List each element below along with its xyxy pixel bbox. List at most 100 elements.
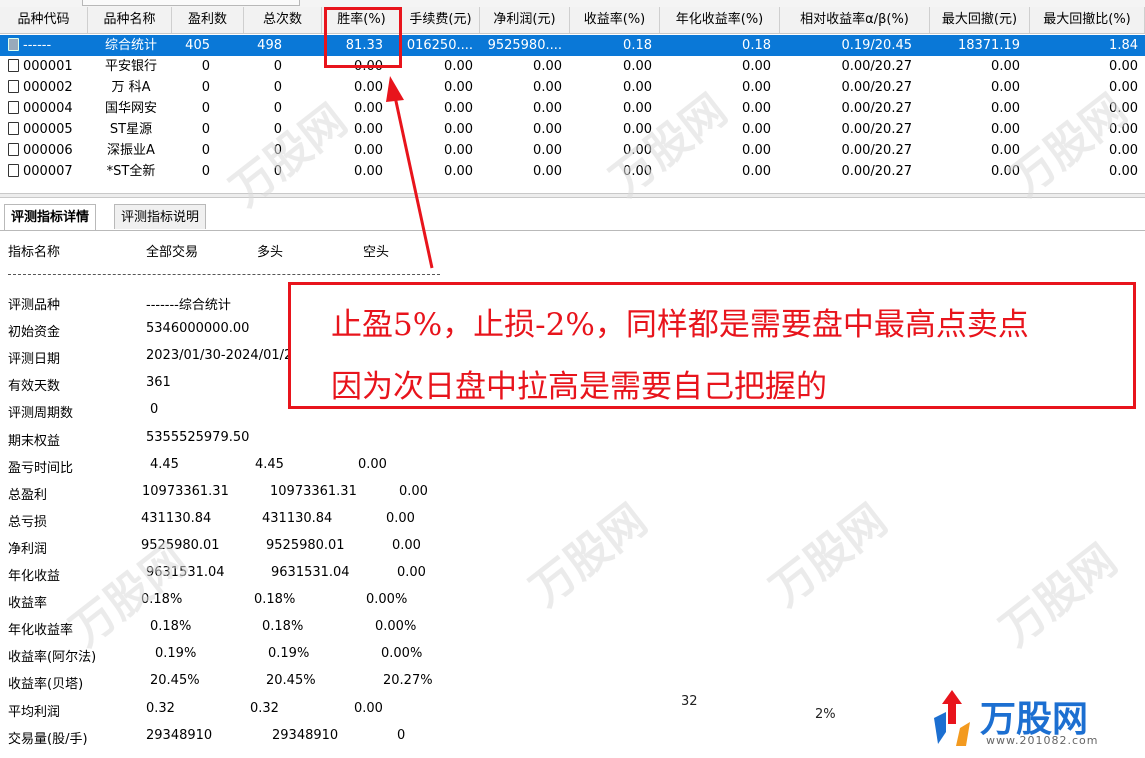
detail-header-long: 多头 bbox=[257, 245, 284, 260]
metric-value-long: 0.18% bbox=[254, 592, 296, 608]
cell-rel: 0.00/20.27 bbox=[841, 143, 912, 158]
metric-label: 评测品种 bbox=[8, 298, 61, 313]
cell-net: 0.00 bbox=[533, 80, 562, 95]
metric-value-all: 431130.84 bbox=[141, 510, 212, 526]
cell-maxddr: 0.00 bbox=[1109, 143, 1138, 158]
cell-code: 000006 bbox=[8, 140, 93, 161]
table-row[interactable]: 000004 国华网安 0 0 0.00 0.00 0.00 0.00 0.00 0.00/20.… bbox=[0, 98, 1145, 119]
column-header-maxdd[interactable]: 最大回撤(元) bbox=[930, 7, 1030, 33]
tab-evaluation-details[interactable]: 评测指标详情 bbox=[4, 204, 97, 230]
cell-winrate: 0.00 bbox=[354, 122, 383, 137]
metric-value-long: 9631531.04 bbox=[271, 565, 350, 580]
metric-label: 收益率 bbox=[8, 596, 48, 612]
document-icon bbox=[8, 164, 19, 177]
metric-value-long: 0.32 bbox=[250, 700, 279, 716]
cell-code-text: 000002 bbox=[23, 80, 73, 95]
cell-net: 0.00 bbox=[533, 59, 562, 74]
cell-code: 000005 bbox=[8, 119, 93, 140]
metric-value-all: 0.32 bbox=[146, 700, 175, 716]
column-header-ret[interactable]: 收益率(%) bbox=[570, 7, 660, 33]
metric-label: 评测日期 bbox=[8, 352, 61, 368]
metric-value-short: 0.00 bbox=[386, 510, 415, 526]
table-row[interactable]: 000001 平安银行 0 0 0.00 0.00 0.00 0.00 0.00 0.00/20.… bbox=[0, 56, 1145, 77]
cell-maxdd: 0.00 bbox=[991, 80, 1020, 95]
column-header-total[interactable]: 总次数 bbox=[244, 7, 322, 33]
document-icon bbox=[8, 122, 19, 135]
logo-url: www.201082.com bbox=[986, 734, 1099, 747]
fragment-text: 32 bbox=[681, 694, 698, 709]
document-icon bbox=[8, 101, 19, 114]
cell-fee: 0.00 bbox=[444, 164, 473, 179]
metric-value-short: 0.00% bbox=[375, 619, 417, 635]
cell-net: 0.00 bbox=[533, 101, 562, 116]
cell-maxdd: 18371.19 bbox=[957, 38, 1020, 53]
metric-value-short: 0 bbox=[397, 727, 406, 743]
cell-code: 000007 bbox=[8, 161, 93, 182]
metric-value-all: 0.18% bbox=[141, 592, 183, 608]
cell-total: 0 bbox=[273, 59, 282, 74]
tab-evaluation-explanation[interactable]: 评测指标说明 bbox=[114, 204, 207, 229]
metric-value-long: 0.18% bbox=[262, 619, 304, 635]
metric-value-short: 0.00 bbox=[358, 456, 387, 472]
cell-fee: 0.00 bbox=[444, 122, 473, 137]
metric-value-all: 0 bbox=[150, 402, 159, 418]
column-header-rel[interactable]: 相对收益率α/β(%) bbox=[780, 7, 930, 33]
metric-value-all: 10973361.31 bbox=[142, 483, 229, 499]
column-header-annual[interactable]: 年化收益率(%) bbox=[660, 7, 780, 33]
cell-ret: 0.00 bbox=[623, 59, 652, 74]
cell-rel: 0.00/20.27 bbox=[841, 80, 912, 95]
metric-value-short: 0.00 bbox=[399, 483, 428, 499]
detail-header-short: 空头 bbox=[363, 245, 390, 260]
cell-ret: 0.18 bbox=[623, 38, 652, 53]
metric-label: 有效天数 bbox=[8, 379, 61, 395]
metric-label: 年化收益 bbox=[8, 569, 61, 584]
cell-rel: 0.00/20.27 bbox=[841, 59, 912, 74]
metric-value-all: 2023/01/30-2024/01/26 bbox=[146, 348, 301, 364]
table-row[interactable]: 000002 万 科A 0 0 0.00 0.00 0.00 0.00 0.00 0.00/20.… bbox=[0, 77, 1145, 98]
cell-ret: 0.00 bbox=[623, 122, 652, 137]
cell-rel: 0.00/20.27 bbox=[841, 122, 912, 137]
metric-value-all: 5346000000.00 bbox=[146, 321, 250, 337]
table-row[interactable]: 000007 *ST全新 0 0 0.00 0.00 0.00 0.00 0.00 0.00/20… bbox=[0, 161, 1145, 182]
metric-label: 总亏损 bbox=[8, 514, 48, 530]
table-row[interactable]: ------ 综合统计 405 498 81.33 016250.... 9525980..… bbox=[0, 35, 1145, 56]
cell-annual: 0.00 bbox=[742, 59, 771, 74]
cell-fee: 0.00 bbox=[444, 143, 473, 158]
column-header-fee[interactable]: 手续费(元) bbox=[402, 7, 480, 33]
detail-tabs: 评测指标详情 评测指标说明 bbox=[0, 198, 1145, 231]
cell-maxdd: 0.00 bbox=[991, 143, 1020, 158]
cell-net: 0.00 bbox=[533, 122, 562, 137]
cell-ret: 0.00 bbox=[623, 80, 652, 95]
metric-label: 收益率(阿尔法) bbox=[8, 650, 97, 666]
cell-annual: 0.00 bbox=[742, 143, 771, 158]
column-header-net[interactable]: 净利润(元) bbox=[480, 7, 570, 33]
metric-value-long: 4.45 bbox=[255, 456, 284, 472]
annotation-line-1: 止盈5%，止损-2%，同样都是需要盘中最高点卖点 bbox=[331, 307, 1029, 343]
metric-value-short: 0.00% bbox=[381, 646, 423, 662]
cell-net: 0.00 bbox=[533, 164, 562, 179]
metric-value-all: 29348910 bbox=[146, 727, 213, 743]
horizontal-scrollbar[interactable] bbox=[82, 0, 300, 6]
metric-value-all: 0.18% bbox=[150, 619, 192, 635]
column-header-maxddr[interactable]: 最大回撤比(%) bbox=[1030, 7, 1145, 33]
cell-total: 0 bbox=[273, 122, 282, 137]
cell-code: ------ bbox=[8, 35, 93, 56]
cell-winrate: 0.00 bbox=[354, 80, 383, 95]
column-header-win[interactable]: 盈利数 bbox=[172, 7, 244, 33]
column-header-name[interactable]: 品种名称 bbox=[88, 7, 172, 33]
cell-fee: 0.00 bbox=[444, 101, 473, 116]
metric-label: 初始资金 bbox=[8, 325, 61, 341]
cell-maxdd: 0.00 bbox=[991, 59, 1020, 74]
metric-value-all: 9631531.04 bbox=[146, 565, 225, 580]
table-row[interactable]: 000005 ST星源 0 0 0.00 0.00 0.00 0.00 0.00 0.00/20.… bbox=[0, 119, 1145, 140]
metric-value-short: 0.00 bbox=[392, 537, 421, 553]
cell-rel: 0.00/20.27 bbox=[841, 101, 912, 116]
table-row[interactable]: 000006 深振业A 0 0 0.00 0.00 0.00 0.00 0.00 0.00/20.… bbox=[0, 140, 1145, 161]
metric-label: 期末权益 bbox=[8, 433, 61, 449]
results-table: 品种代码 品种名称 盈利数 总次数 胜率(%) 手续费(元) 净利润(元) 收益率(%) 年化收… bbox=[0, 7, 1145, 193]
cell-total: 0 bbox=[273, 143, 282, 158]
metric-label: 总盈利 bbox=[8, 487, 48, 503]
metric-value-all: 9525980.01 bbox=[141, 537, 220, 553]
column-header-code[interactable]: 品种代码 bbox=[0, 7, 88, 33]
metric-label: 盈亏时间比 bbox=[8, 460, 74, 476]
